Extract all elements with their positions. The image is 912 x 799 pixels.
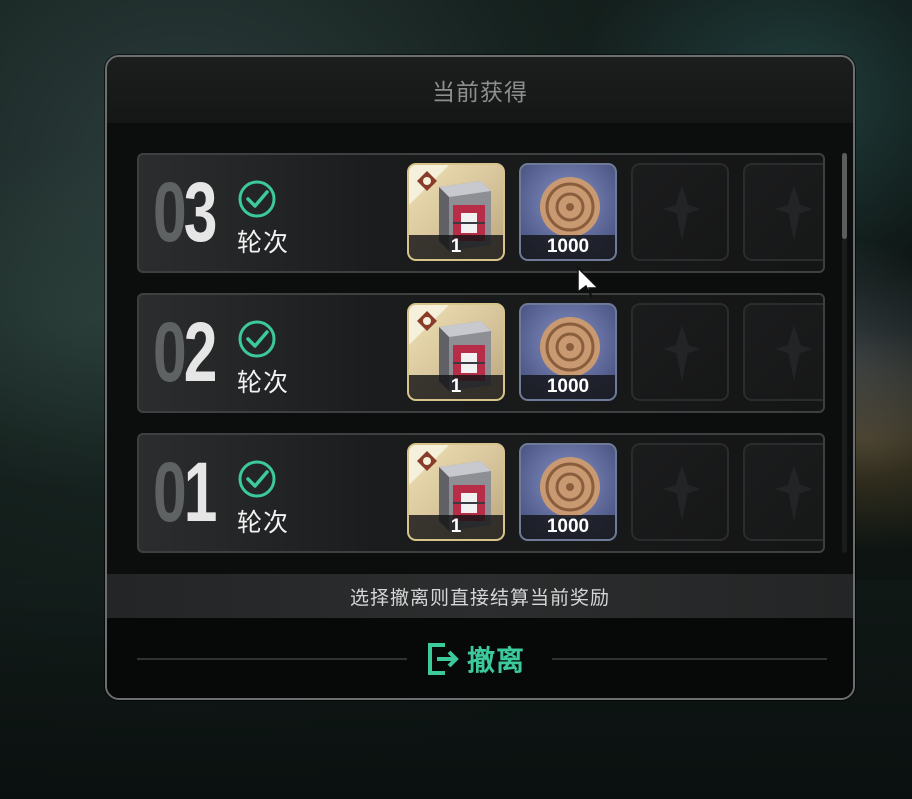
info-bar: 选择撤离则直接结算当前奖励 [107,574,853,618]
item-tag-icon [409,165,449,205]
empty-reward-slot [743,303,823,401]
empty-reward-slot [743,443,823,541]
item-tag-icon [409,445,449,485]
reward-count: 1000 [521,375,615,399]
round-row: 01 轮次 1 1000 [137,433,825,553]
round-number: 02 [153,305,217,399]
round-row: 02 轮次 1 1000 [137,293,825,413]
reward-slot-coin[interactable]: 1000 [519,443,617,541]
round-label: 轮次 [237,508,290,537]
dialog-footer: 撤离 [107,618,853,698]
reward-slot-chest[interactable]: 1 [407,163,505,261]
dialog-title: 当前获得 [432,80,528,106]
placeholder-star-icon [775,185,813,241]
divider-line [137,658,407,660]
exit-icon [428,643,459,675]
divider-line [552,658,827,660]
empty-reward-slot [631,303,729,401]
reward-slot-chest[interactable]: 1 [407,303,505,401]
empty-reward-slot [631,443,729,541]
reward-count: 1 [409,235,503,259]
round-label: 轮次 [237,368,290,397]
withdraw-button[interactable]: 撤离 [425,636,537,682]
rounds-list: 03 轮次 1 1000 02 轮次 1 1000 01 轮次 1 1000 [137,153,827,558]
info-text: 选择撤离则直接结算当前奖励 [349,586,610,609]
scrollbar-thumb[interactable] [842,153,847,239]
round-number: 01 [153,445,217,539]
rewards-dialog: 当前获得 03 轮次 1 1000 02 轮次 1 1000 01 轮次 1 1… [105,55,855,700]
round-label: 轮次 [237,228,290,257]
reward-slot-chest[interactable]: 1 [407,443,505,541]
reward-count: 1 [409,375,503,399]
check-circle-icon [238,460,276,498]
round-row: 03 轮次 1 1000 [137,153,825,273]
mouse-cursor-icon [577,266,600,299]
placeholder-star-icon [663,185,701,241]
reward-slot-coin[interactable]: 1000 [519,163,617,261]
placeholder-star-icon [775,465,813,521]
item-tag-icon [409,305,449,345]
placeholder-star-icon [663,465,701,521]
check-circle-icon [238,180,276,218]
placeholder-star-icon [775,325,813,381]
reward-slot-coin[interactable]: 1000 [519,303,617,401]
scrollbar[interactable] [842,153,847,553]
empty-reward-slot [743,163,823,261]
reward-count: 1000 [521,235,615,259]
placeholder-star-icon [663,325,701,381]
empty-reward-slot [631,163,729,261]
withdraw-label: 撤离 [467,644,526,677]
reward-count: 1 [409,515,503,539]
check-circle-icon [238,320,276,358]
round-number: 03 [153,165,217,259]
dialog-header: 当前获得 [107,57,853,123]
reward-count: 1000 [521,515,615,539]
